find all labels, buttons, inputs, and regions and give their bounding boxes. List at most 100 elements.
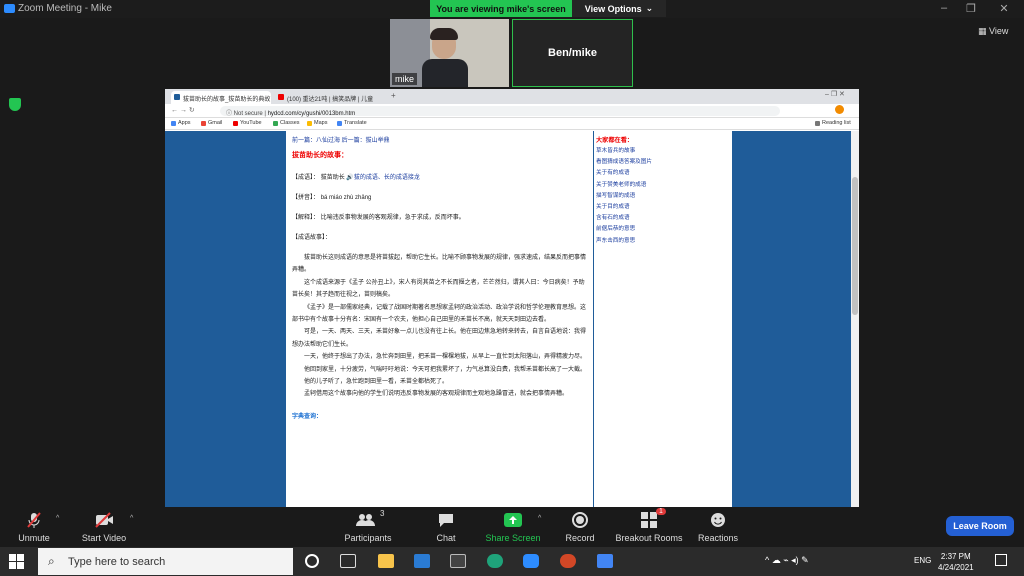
smiley-icon xyxy=(686,511,750,529)
participants-label: Participants xyxy=(344,533,392,543)
bookmark-youtube[interactable]: YouTube xyxy=(233,120,262,126)
idiom-value: 拔苗助长 xyxy=(320,175,345,181)
bookmark-translate[interactable]: Translate xyxy=(337,120,367,126)
leave-room-button[interactable]: Leave Room xyxy=(946,516,1014,536)
tab-active[interactable]: 拔苗助长的故事_拔苗助长的典故 xyxy=(171,91,271,104)
close-icon[interactable]: ✕ xyxy=(997,2,1011,15)
sidebar-link[interactable]: 草木皆兵的故事 xyxy=(596,146,730,157)
shared-browser-window: 拔苗助长的故事_拔苗助长的典故 (100) 重达21吨 | 搞笑品牌 | 儿童 … xyxy=(165,89,859,507)
sidebar-link[interactable]: 声东击西的意思 xyxy=(596,236,730,247)
scrollbar-thumb[interactable] xyxy=(852,177,858,315)
sidebar-link[interactable]: 含有石的成语 xyxy=(596,213,730,224)
store-icon[interactable] xyxy=(450,554,466,568)
mail-icon[interactable] xyxy=(414,554,430,568)
bookmark-label: Translate xyxy=(344,120,367,126)
bookmark-label: Classes xyxy=(280,120,300,126)
powerpoint-icon[interactable] xyxy=(560,554,576,568)
start-video-button[interactable]: Start Video xyxy=(72,511,136,543)
share-screen-icon xyxy=(481,511,545,529)
idiom-link[interactable]: 拔的成语、长的成语接龙 xyxy=(354,175,420,181)
task-view-icon[interactable] xyxy=(340,554,356,568)
tab-label: (100) 重达21吨 | 搞笑品牌 | 儿童 xyxy=(287,97,374,103)
reading-list-icon xyxy=(815,120,820,126)
sidebar-link[interactable]: 前倨后恭的意思 xyxy=(596,224,730,235)
breakout-badge: 1 xyxy=(656,508,666,515)
reactions-button[interactable]: Reactions xyxy=(686,511,750,543)
speaker-icon[interactable]: 🔊 xyxy=(346,175,353,181)
story-paragraph: 可是，一天、两天、三天，禾苗好象一点儿也没有往上长。他在田边焦急地转来转去，自言… xyxy=(292,329,587,348)
taskbar-clock[interactable]: 2:37 PM 4/24/2021 xyxy=(938,551,974,573)
chat-button[interactable]: Chat xyxy=(414,511,478,543)
view-options-button[interactable]: View Options ⌄ xyxy=(572,0,666,17)
participants-button[interactable]: 3 Participants xyxy=(336,509,400,543)
sidebar-column: 大家都在看： 草木皆兵的故事 看图猜成语答案及图片 关于有的成语 关于赞美老师的… xyxy=(594,131,732,507)
page-scrollbar[interactable] xyxy=(851,131,859,507)
bookmark-label: Apps xyxy=(178,120,191,126)
notification-icon[interactable] xyxy=(995,554,1007,566)
participant-video-ben[interactable]: Ben/mike xyxy=(512,19,633,87)
profile-avatar[interactable] xyxy=(835,105,844,114)
chat-icon xyxy=(414,511,478,529)
sidebar-link[interactable]: 关于目的成语 xyxy=(596,202,730,213)
record-button[interactable]: Record xyxy=(548,511,612,543)
bookmarks-bar: Apps Gmail YouTube Classes Maps Translat… xyxy=(165,118,859,130)
taskbar-search-box[interactable]: ⌕ Type here to search xyxy=(38,548,293,575)
bookmark-gmail[interactable]: Gmail xyxy=(201,120,222,126)
tab-youtube[interactable]: (100) 重达21吨 | 搞笑品牌 | 儿童 xyxy=(275,91,385,104)
maximize-icon[interactable]: ❐ xyxy=(964,2,978,15)
reading-list-label: Reading list xyxy=(822,120,851,126)
article-column: 前一篇：八仙过海 后一篇：拔山举鼎 拔苗助长的故事： 【成语】： 拔苗助长 🔊拔… xyxy=(286,131,593,507)
participant-video-mike[interactable]: mike xyxy=(390,19,509,87)
sidebar-link[interactable]: 看图猜成语答案及图片 xyxy=(596,157,730,168)
bookmark-maps[interactable]: Maps xyxy=(307,120,327,126)
pinyin-row: 【拼音】： bá miáo zhù zhǎng xyxy=(292,190,587,206)
site-favicon-icon xyxy=(174,94,180,100)
nav-arrows-icon[interactable]: ← → ↻ xyxy=(171,106,195,114)
windows-start-icon[interactable] xyxy=(9,554,24,574)
chrome-taskbar-icon[interactable] xyxy=(597,554,613,568)
chevron-down-icon: ⌄ xyxy=(645,3,654,13)
record-label: Record xyxy=(565,533,595,543)
share-screen-label: Share Screen xyxy=(485,533,541,543)
search-icon: ⌕ xyxy=(48,554,55,568)
reading-list[interactable]: Reading list xyxy=(815,120,851,126)
audio-options-caret-icon[interactable]: ^ xyxy=(56,515,59,522)
person-hair xyxy=(430,28,458,40)
language-indicator[interactable]: ENG xyxy=(914,556,931,565)
video-options-caret-icon[interactable]: ^ xyxy=(130,515,133,522)
info-icon: ⓘ xyxy=(226,111,234,117)
article-title: 拔苗助长的故事： xyxy=(292,152,348,159)
edge-icon[interactable] xyxy=(487,554,503,568)
security-shield-icon[interactable] xyxy=(9,98,21,111)
view-button[interactable]: ▦ View xyxy=(978,26,1008,37)
gmail-icon xyxy=(201,120,206,126)
sidebar-link[interactable]: 关于赞美老师的成语 xyxy=(596,180,730,191)
participants-icon: 3 xyxy=(336,509,400,529)
bookmark-label: YouTube xyxy=(240,120,262,126)
address-bar[interactable]: ⓘ Not secure | hydcd.com/cy/gushi/0013bm… xyxy=(220,106,780,117)
story-paragraph: 这个成语来源于《孟子 公孙丑上》，宋人有闵其苗之不长而揠之者，芒芒然归，谓其人曰… xyxy=(292,279,585,299)
new-tab-icon[interactable]: + xyxy=(391,91,396,100)
file-explorer-icon[interactable] xyxy=(378,554,394,568)
breakout-rooms-button[interactable]: 1 Breakout Rooms xyxy=(612,508,686,543)
bookmark-classes[interactable]: Classes xyxy=(273,120,300,126)
article-nav[interactable]: 前一篇：八仙过海 后一篇：拔山举鼎 xyxy=(292,135,587,144)
bookmark-apps[interactable]: Apps xyxy=(171,120,191,126)
grid-icon: ▦ xyxy=(978,26,990,36)
share-options-caret-icon[interactable]: ^ xyxy=(538,515,541,522)
zoom-taskbar-icon[interactable] xyxy=(523,554,539,568)
explain-row: 【解释】： 比喻违反事物发展的客观规律，急于求成，反而坏事。 xyxy=(292,210,587,226)
minimize-icon[interactable]: – xyxy=(937,2,951,14)
share-screen-button[interactable]: Share Screen xyxy=(481,511,545,543)
sidebar-link[interactable]: 关于有的成语 xyxy=(596,168,730,179)
sidebar-link[interactable]: 描写智谋的成语 xyxy=(596,191,730,202)
clock-time: 2:37 PM xyxy=(940,552,971,561)
zoom-logo-icon xyxy=(4,4,15,13)
record-icon xyxy=(548,511,612,529)
cortana-icon[interactable] xyxy=(305,554,319,568)
youtube-favicon-icon xyxy=(278,94,284,100)
story-label: 【成语故事】： xyxy=(292,235,332,241)
system-tray-icons[interactable]: ^ ☁ ⌁ ◂) ✎ xyxy=(765,555,809,566)
bookmark-label: Gmail xyxy=(208,120,223,126)
story-paragraph: 他的儿子听了，急忙跑到田里一看，禾苗全都枯死了。 xyxy=(304,379,449,386)
